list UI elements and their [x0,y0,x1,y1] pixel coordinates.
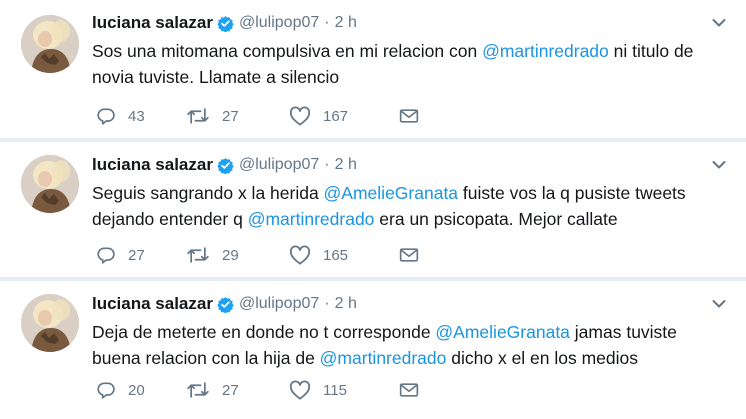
tweet-text-segment: Sos una mitomana compulsiva en mi relaci… [92,41,483,61]
like-button[interactable]: 115 [289,380,399,400]
separator-dot: · [324,295,330,312]
heart-icon [289,106,311,126]
direct-message-button[interactable] [399,381,419,399]
tweet-text-segment: era un psicopata. Mejor callate [374,209,618,229]
retweet-button[interactable]: 27 [186,380,289,400]
verified-badge-icon [217,157,234,174]
like-count: 165 [323,246,349,264]
like-count: 167 [323,107,349,125]
tweet-timestamp[interactable]: 2 h [335,14,357,32]
tweet-header: luciana salazar @lulipop07 · 2 h [92,154,357,176]
tweet-timeline: luciana salazar @lulipop07 · 2 h Sos una… [0,0,746,419]
chevron-down-icon[interactable] [712,18,726,28]
heart-icon [289,380,311,400]
reply-icon [97,108,115,125]
tweet-text-segment: dicho x el en los medios [446,348,639,368]
envelope-icon [399,109,419,123]
tweet[interactable]: luciana salazar @lulipop07 · 2 h Seguis … [0,142,746,277]
retweet-count: 27 [222,107,239,125]
chevron-down-icon[interactable] [712,160,726,170]
like-button[interactable]: 165 [289,245,399,265]
avatar[interactable] [21,155,79,213]
separator-dot: · [324,14,330,31]
tweet-header: luciana salazar @lulipop07 · 2 h [92,293,357,315]
chevron-down-icon[interactable] [712,299,726,309]
reply-icon [97,247,115,264]
avatar-image [21,294,79,352]
tweet-timestamp[interactable]: 2 h [335,295,357,313]
avatar-image [21,15,79,73]
tweet-text: Deja de meterte en donde no t correspond… [92,319,722,371]
heart-icon [289,245,311,265]
retweet-icon [187,382,209,398]
mention-link[interactable]: @AmelieGranata [324,183,459,203]
tweet-actions: 43 27 167 [96,104,419,128]
avatar-image [21,155,79,213]
reply-count: 43 [128,107,145,125]
tweet-text-segment: Deja de meterte en donde no t correspond… [92,322,436,342]
reply-button[interactable]: 43 [96,106,186,126]
user-name[interactable]: luciana salazar [92,294,213,314]
direct-message-button[interactable] [399,107,419,125]
tweet-text: Seguis sangrando x la herida @AmelieGran… [92,180,722,232]
mention-link[interactable]: @martinredrado [482,41,609,61]
avatar[interactable] [21,15,79,73]
tweet[interactable]: luciana salazar @lulipop07 · 2 h Sos una… [0,0,746,138]
mention-link[interactable]: @martinredrado [248,209,375,229]
reply-count: 27 [128,246,145,264]
envelope-icon [399,383,419,397]
tweet[interactable]: luciana salazar @lulipop07 · 2 h Deja de… [0,281,746,419]
tweet-actions: 27 29 165 [96,243,419,267]
tweet-header: luciana salazar @lulipop07 · 2 h [92,12,357,34]
user-name[interactable]: luciana salazar [92,13,213,33]
user-handle[interactable]: @lulipop07 [239,156,319,174]
like-button[interactable]: 167 [289,106,399,126]
tweet-actions: 20 27 115 [96,378,419,402]
verified-badge-icon [217,15,234,32]
user-handle[interactable]: @lulipop07 [239,295,319,313]
user-handle[interactable]: @lulipop07 [239,14,319,32]
retweet-count: 27 [222,381,239,399]
tweet-text: Sos una mitomana compulsiva en mi relaci… [92,38,722,90]
mention-link[interactable]: @AmelieGranata [435,322,570,342]
mention-link[interactable]: @martinredrado [320,348,447,368]
retweet-icon [187,247,209,263]
reply-icon [97,382,115,399]
user-name[interactable]: luciana salazar [92,155,213,175]
tweet-text-segment: Seguis sangrando x la herida [92,183,324,203]
separator-dot: · [324,156,330,173]
retweet-button[interactable]: 29 [186,245,289,265]
verified-badge-icon [217,296,234,313]
direct-message-button[interactable] [399,246,419,264]
avatar[interactable] [21,294,79,352]
like-count: 115 [323,381,347,399]
envelope-icon [399,248,419,262]
reply-button[interactable]: 20 [96,380,186,400]
reply-button[interactable]: 27 [96,245,186,265]
retweet-button[interactable]: 27 [186,106,289,126]
retweet-count: 29 [222,246,239,264]
reply-count: 20 [128,381,145,399]
retweet-icon [187,108,209,124]
tweet-timestamp[interactable]: 2 h [335,156,357,174]
